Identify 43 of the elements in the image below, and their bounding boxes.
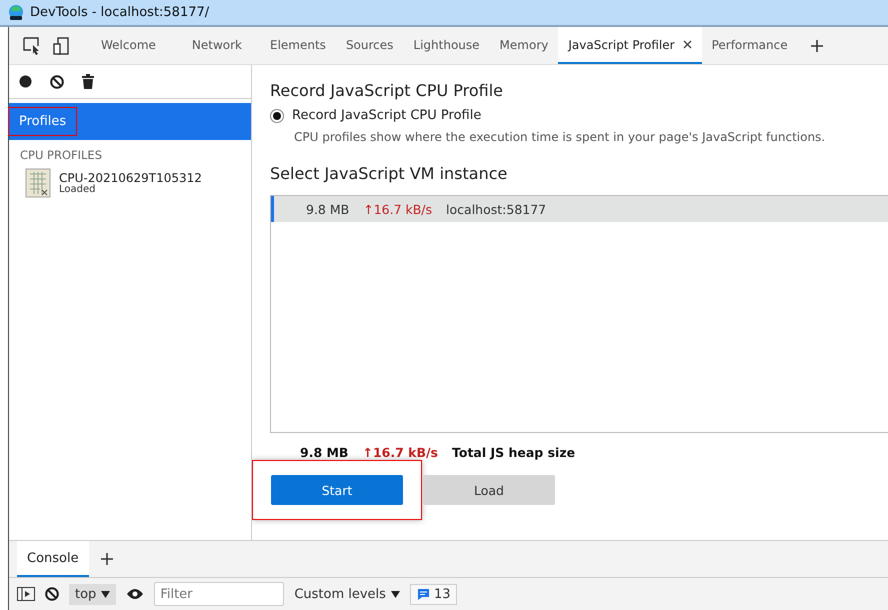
profile-name[interactable]: CPU-20210629T105312 bbox=[59, 172, 202, 184]
panel-tab[interactable]: Elements bbox=[260, 27, 336, 64]
panel-tab[interactable]: Welcome bbox=[83, 27, 174, 64]
add-tab-icon[interactable] bbox=[810, 38, 824, 52]
dropdown-arrow-icon bbox=[390, 590, 400, 598]
profile-status: Loaded bbox=[59, 184, 96, 194]
profile-file-icon bbox=[25, 168, 51, 198]
panel-tab[interactable]: Network bbox=[174, 27, 260, 64]
panel-tab[interactable]: Sources bbox=[336, 27, 404, 64]
heap-rate: ↑16.7 kB/s bbox=[362, 445, 438, 460]
levels-dropdown[interactable]: Custom levels bbox=[294, 586, 400, 602]
instance-row[interactable]: 9.8 MB ↑16.7 kB/s localhost:58177 bbox=[271, 196, 888, 222]
clear-icon[interactable] bbox=[50, 74, 64, 88]
close-icon[interactable] bbox=[682, 40, 692, 49]
browser-logo-icon bbox=[8, 4, 24, 20]
radio-button[interactable] bbox=[270, 108, 284, 122]
load-button[interactable]: Load bbox=[423, 475, 555, 505]
window-title: DevTools - localhost:58177/ bbox=[30, 5, 210, 20]
heap-size: 9.8 MB bbox=[300, 445, 348, 460]
clear-icon[interactable] bbox=[45, 587, 59, 601]
profiles-header[interactable]: Profiles bbox=[9, 103, 251, 140]
add-tab-icon[interactable] bbox=[100, 553, 113, 565]
section-heading: Select JavaScript VM instance bbox=[270, 164, 508, 183]
record-icon[interactable] bbox=[19, 75, 32, 88]
panel-tab[interactable]: Lighthouse bbox=[403, 27, 490, 64]
issues-button[interactable]: 13 bbox=[410, 584, 458, 604]
panel-tab[interactable]: Performance bbox=[702, 27, 798, 64]
eye-icon[interactable] bbox=[126, 588, 144, 600]
start-button[interactable]: Start bbox=[271, 475, 403, 505]
sidebar-toggle-icon[interactable] bbox=[17, 587, 35, 601]
section-heading: CPU PROFILES bbox=[19, 147, 103, 164]
filter-field[interactable]: Filter bbox=[154, 582, 284, 606]
panel-tab[interactable]: Memory bbox=[490, 27, 558, 64]
message-icon bbox=[416, 588, 430, 600]
context-dropdown[interactable]: top bbox=[69, 584, 116, 604]
section-heading: Record JavaScript CPU Profile bbox=[270, 81, 504, 100]
radio-label[interactable]: Record JavaScript CPU Profile bbox=[292, 108, 482, 123]
heap-label: Total JS heap size bbox=[452, 445, 576, 460]
trash-icon[interactable] bbox=[82, 74, 94, 89]
description-text: CPU profiles show where the execution time is spent in your page's JavaScript functions. bbox=[294, 130, 826, 144]
panel-tab[interactable]: JavaScript Profiler bbox=[558, 27, 702, 64]
dropdown-arrow-icon bbox=[101, 590, 110, 598]
drawer-tab[interactable]: Console bbox=[17, 541, 89, 577]
